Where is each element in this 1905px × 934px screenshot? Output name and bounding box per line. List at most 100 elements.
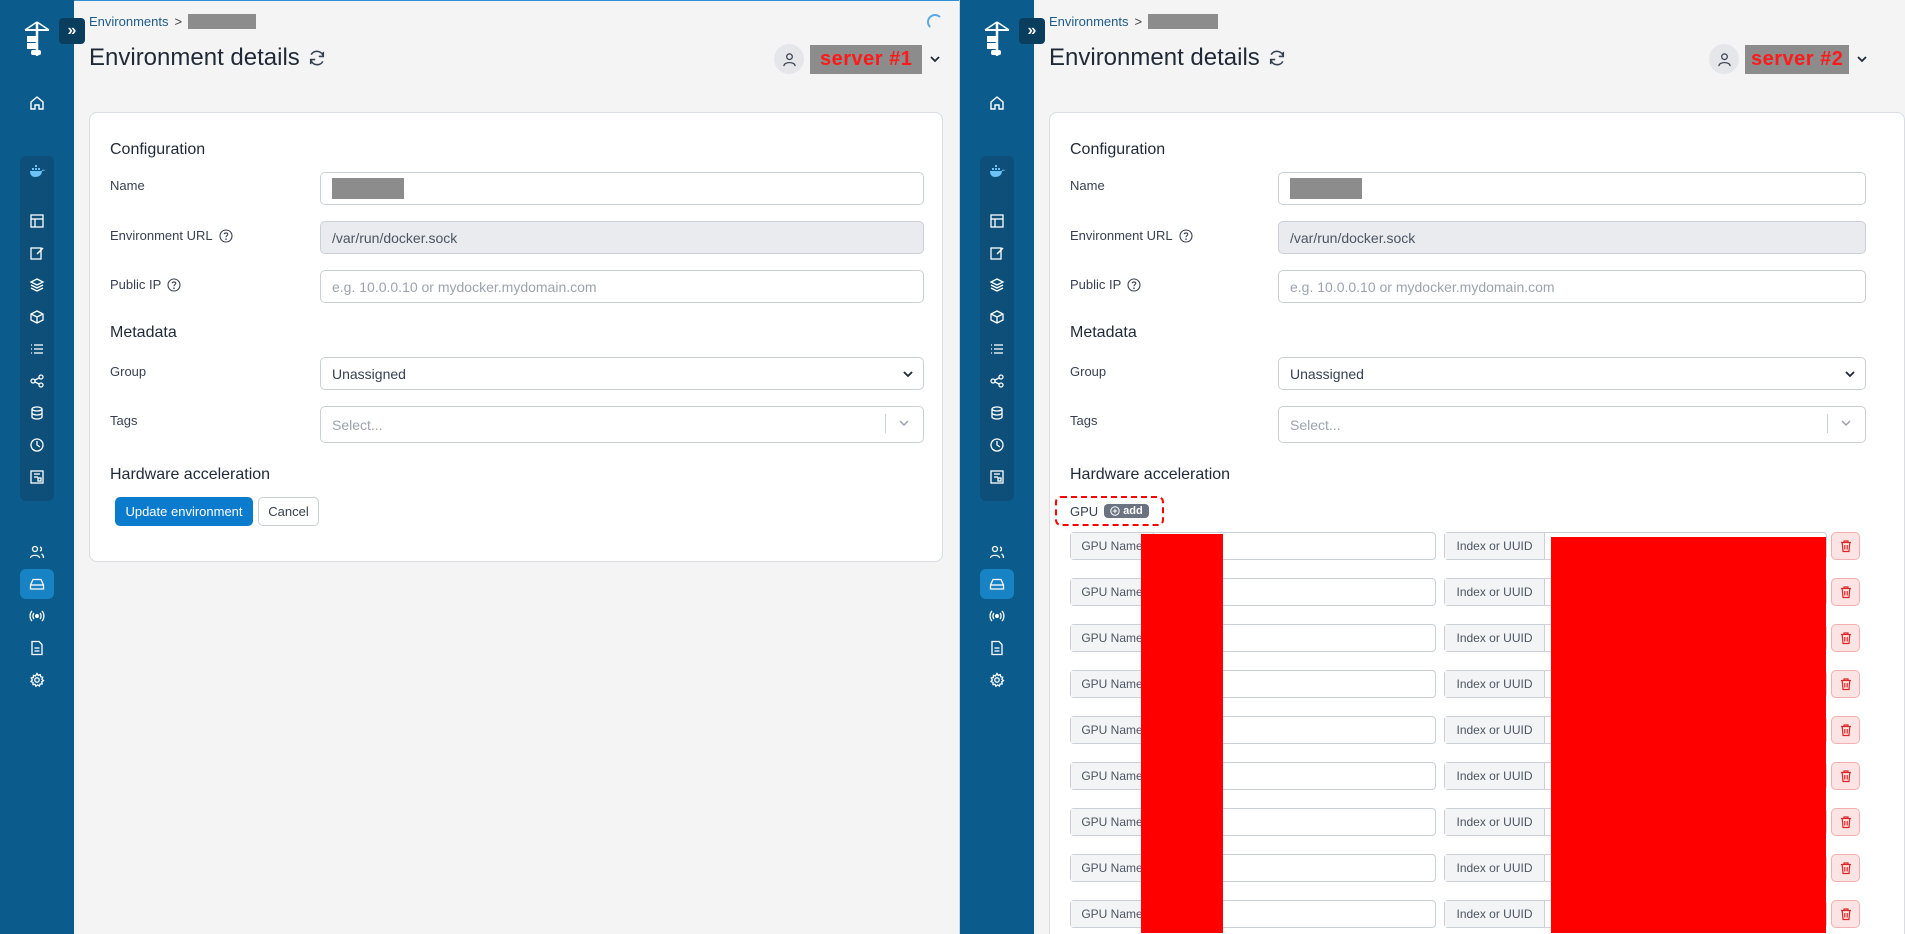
gpu-name-input[interactable]: GPU Name [1070,900,1436,928]
delete-gpu-button[interactable] [1831,578,1860,606]
edit-icon[interactable] [980,238,1014,268]
registry-icon[interactable] [20,462,54,492]
users-icon[interactable] [980,537,1014,567]
layers-icon[interactable] [20,270,54,300]
chevron-down-icon[interactable] [1855,52,1869,66]
users-icon[interactable] [20,537,54,567]
group-selected-value: Unassigned [332,365,406,382]
environments-icon[interactable] [20,569,54,599]
environment-form-card: Configuration Name Environment URL /var/… [1049,112,1905,934]
update-environment-button[interactable]: Update environment [115,497,253,526]
add-gpu-button[interactable]: add [1104,504,1149,518]
refresh-icon[interactable] [1268,49,1286,67]
environment-url-label: Environment URL [1070,228,1193,243]
tags-select[interactable]: Select... [1278,406,1866,443]
group-select[interactable]: Unassigned [1278,357,1866,390]
section-metadata: Metadata [1070,324,1137,341]
user-menu[interactable]: server #1 [774,44,942,74]
user-menu[interactable]: server #2 [1709,44,1869,74]
gear-icon[interactable] [20,665,54,695]
gpu-name-input[interactable]: GPU Name [1070,808,1436,836]
broadcast-icon[interactable] [980,601,1014,631]
delete-gpu-button[interactable] [1831,900,1860,928]
avatar [774,44,804,74]
document-icon[interactable] [980,633,1014,663]
gpu-name-input[interactable]: GPU Name [1070,716,1436,744]
help-icon[interactable] [167,277,181,292]
name-input[interactable] [320,172,924,205]
help-icon[interactable] [1127,277,1141,292]
dashboard-icon[interactable] [980,206,1014,236]
page-title: Environment details [1049,44,1286,72]
breadcrumb-environments-link[interactable]: Environments [89,14,168,29]
section-hardware-acceleration: Hardware acceleration [1070,466,1231,483]
avatar [1709,44,1739,74]
share-icon[interactable] [980,366,1014,396]
sidebar: » [0,0,85,934]
expand-sidebar-button[interactable]: » [59,18,85,44]
group-select[interactable]: Unassigned [320,357,924,390]
gpu-name-input[interactable]: GPU Name [1070,762,1436,790]
page-title-text: Environment details [1049,44,1260,71]
public-ip-input[interactable]: e.g. 10.0.0.10 or mydocker.mydomain.com [320,270,924,303]
clock-icon[interactable] [20,430,54,460]
gear-icon[interactable] [980,665,1014,695]
public-ip-input[interactable]: e.g. 10.0.0.10 or mydocker.mydomain.com [1278,270,1866,303]
section-metadata: Metadata [110,324,177,341]
gpu-name-input[interactable]: GPU Name [1070,578,1436,606]
delete-gpu-button[interactable] [1831,532,1860,560]
box-icon[interactable] [980,302,1014,332]
delete-gpu-button[interactable] [1831,762,1860,790]
public-ip-label: Public IP [110,277,181,292]
trash-icon [1840,540,1851,553]
name-input[interactable] [1278,172,1866,205]
share-icon[interactable] [20,366,54,396]
trash-icon [1840,816,1851,829]
database-icon[interactable] [980,398,1014,428]
server-label: server #1 [810,44,923,74]
delete-gpu-button[interactable] [1831,716,1860,744]
breadcrumb: Environments > [89,14,257,29]
environments-icon[interactable] [980,569,1014,599]
box-icon[interactable] [20,302,54,332]
broadcast-icon[interactable] [20,601,54,631]
document-icon[interactable] [20,633,54,663]
help-icon[interactable] [1179,228,1193,243]
list-icon[interactable] [980,334,1014,364]
delete-gpu-button[interactable] [1831,624,1860,652]
database-icon[interactable] [20,398,54,428]
gpu-name-input[interactable]: GPU Name [1070,854,1436,882]
breadcrumb-environments-link[interactable]: Environments [1049,14,1128,29]
delete-gpu-button[interactable] [1831,808,1860,836]
chevron-down-icon[interactable] [928,52,942,66]
layers-icon[interactable] [980,270,1014,300]
tags-select[interactable]: Select... [320,406,924,443]
home-icon[interactable] [20,88,54,118]
name-redacted [1290,178,1362,199]
help-icon[interactable] [219,228,233,243]
expand-sidebar-button[interactable]: » [1019,18,1045,44]
edit-icon[interactable] [20,238,54,268]
dashboard-icon[interactable] [20,206,54,236]
gpu-id-addon: Index or UUID [1445,625,1545,651]
page-title-text: Environment details [89,44,300,71]
delete-gpu-button[interactable] [1831,854,1860,882]
registry-icon[interactable] [980,462,1014,492]
chevron-down-icon [899,420,909,427]
gpu-name-input[interactable]: GPU Name [1070,532,1436,560]
gpu-name-redaction [1141,534,1223,933]
home-icon[interactable] [980,88,1014,118]
gpu-name-input[interactable]: GPU Name [1070,670,1436,698]
clock-icon[interactable] [980,430,1014,460]
list-icon[interactable] [20,334,54,364]
trash-icon [1840,724,1851,737]
gpu-name-input[interactable]: GPU Name [1070,624,1436,652]
tags-divider [885,414,886,433]
public-ip-label: Public IP [1070,277,1141,292]
refresh-icon[interactable] [308,49,326,67]
gpu-header-highlight: GPU add [1055,496,1164,526]
section-configuration: Configuration [110,141,206,158]
delete-gpu-button[interactable] [1831,670,1860,698]
group-label: Group [110,364,147,379]
cancel-button[interactable]: Cancel [258,497,319,526]
